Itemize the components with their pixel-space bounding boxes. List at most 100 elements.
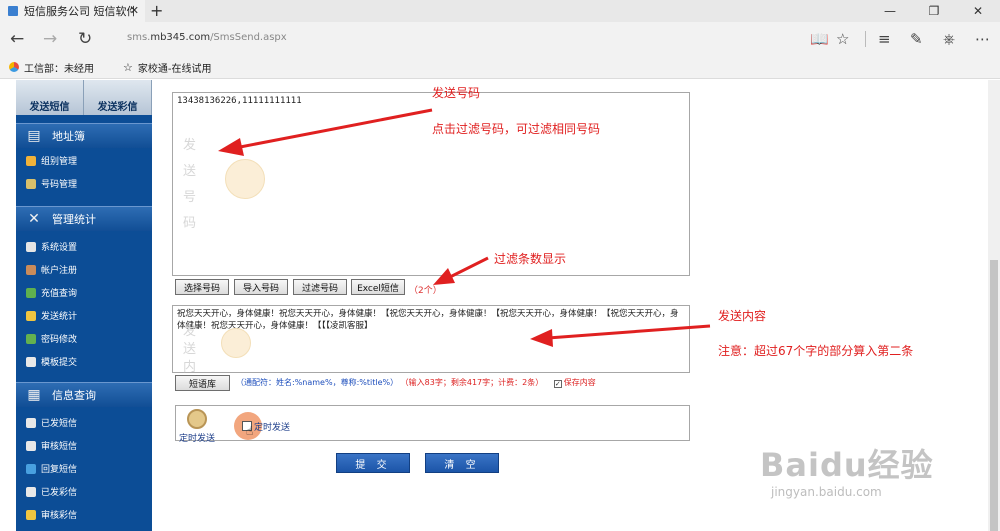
sidebar-item-review-sms[interactable]: 审核短信 [16, 434, 152, 457]
baidu-watermark: Baidu经验 jingyan.baidu.com [760, 440, 934, 499]
phrase-library-button[interactable]: 短语库 [175, 375, 230, 391]
refresh-icon[interactable]: ↻ [78, 29, 92, 49]
sidebar-item-label: 发送统计 [41, 312, 78, 322]
annotation-filter-hint: 点击过滤号码，可过滤相同号码 [432, 122, 601, 136]
sidebar-item-label: 审核彩信 [41, 511, 78, 521]
sidebar-item-label: 充值查询 [41, 289, 78, 299]
contacts-icon [26, 178, 36, 189]
annotation-send-numbers: 发送号码 [432, 86, 481, 100]
phone-numbers-textarea[interactable]: 13438136226,11111111111 发送号码 [172, 92, 690, 276]
scheduled-send-label: 定时发送 [254, 423, 291, 433]
web-note-icon[interactable]: ✎ [910, 30, 923, 48]
sidebar-item-label: 帐户注册 [41, 266, 78, 276]
tab-title: 短信服务公司 短信软件 [24, 5, 134, 18]
baidu-url: jingyan.baidu.com [771, 485, 882, 499]
sidebar-item-sent-sms[interactable]: 已发短信 [16, 411, 152, 434]
forward-icon[interactable]: → [43, 29, 57, 49]
sidebar-item-password[interactable]: 密码修改 [16, 327, 152, 350]
section-query[interactable]: ▦ 信息查询 [16, 382, 152, 407]
review-icon [26, 440, 36, 451]
hand-cursor-icon: ☝ [246, 424, 254, 438]
folder-icon [26, 155, 36, 166]
clear-button[interactable]: 清 空 [425, 453, 499, 473]
sidebar-item-group-manage[interactable]: 组别管理 [16, 149, 152, 172]
section-address-book[interactable]: ▤ 地址簿 [16, 123, 152, 148]
message-content-value: 祝您天天开心，身体健康！祝您天天开心，身体健康！【祝您天天开心，身体健康！【祝您… [177, 309, 679, 331]
address-book-icon: ▤ [27, 128, 41, 144]
new-tab-icon[interactable]: + [150, 1, 163, 20]
sidebar-item-sent-mms[interactable]: 已发彩信 [16, 480, 152, 503]
send-mms-button[interactable]: 发送彩信 [84, 80, 152, 115]
scrollbar-thumb[interactable] [990, 260, 998, 531]
numbers-watermark: 发送号码 [183, 138, 197, 231]
excel-sms-button[interactable]: Excel短信 [351, 279, 405, 295]
maximize-icon[interactable]: ❐ [912, 0, 956, 22]
share-icon[interactable]: ⎈ [943, 30, 955, 48]
url-domain: mb345.com [150, 32, 211, 43]
submit-button[interactable]: 提 交 [336, 453, 410, 473]
sidebar-item-reply-sms[interactable]: 回复短信 [16, 457, 152, 480]
sidebar-item-label: 审核短信 [41, 442, 78, 452]
tab-close-icon[interactable]: ✕ [130, 4, 139, 17]
section-management[interactable]: ✕ 管理统计 [16, 206, 152, 231]
pencil-icon [26, 310, 36, 321]
hub-icon[interactable]: ≡ [878, 30, 891, 48]
save-content-label: 保存内容 [563, 378, 596, 387]
minimize-icon[interactable]: — [868, 0, 912, 22]
browser-tab-bar: 短信服务公司 短信软件 ✕ + — ❐ ✕ [0, 0, 1000, 22]
baidu-logo: Baidu经验 [760, 446, 934, 484]
save-content-checkbox[interactable]: ✓ [553, 380, 562, 388]
favorites-bar: 工信部：未经用 ☆ 家校通-在线试用 [0, 56, 1000, 79]
url-prefix: sms. [127, 32, 151, 43]
url-path: /SmsSend.aspx [210, 32, 287, 43]
envelope-watermark-icon [221, 328, 251, 358]
message-content-textarea[interactable]: 祝您天天开心，身体健康！祝您天天开心，身体健康！【祝您天天开心，身体健康！【祝您… [172, 305, 690, 393]
site-logo-icon [9, 62, 19, 72]
sidebar-item-label: 已发彩信 [41, 488, 78, 498]
sidebar-item-recharge[interactable]: 充值查询 [16, 281, 152, 304]
sidebar-item-label: 已发短信 [41, 419, 78, 429]
scrollbar[interactable] [988, 80, 1000, 531]
send-sms-button[interactable]: 发送短信 [16, 80, 84, 115]
star-icon: ☆ [123, 60, 133, 74]
address-bar: ← → ↻ sms.mb345.com/SmsSend.aspx 📖 ☆ ≡ ✎… [0, 22, 1000, 56]
close-window-icon[interactable]: ✕ [956, 0, 1000, 22]
reading-view-icon[interactable]: 📖 [810, 30, 829, 48]
sidebar-item-template[interactable]: 模板提交 [16, 350, 152, 373]
import-numbers-button[interactable]: 导入号码 [234, 279, 288, 295]
favorite-item-2[interactable]: ☆ 家校通-在线试用 [123, 60, 211, 75]
annotation-send-content: 发送内容 [718, 309, 767, 323]
sidebar-item-statistics[interactable]: 发送统计 [16, 304, 152, 327]
sidebar-item-number-manage[interactable]: 号码管理 [16, 172, 152, 195]
back-icon[interactable]: ← [10, 29, 24, 49]
sidebar-item-register[interactable]: 帐户注册 [16, 258, 152, 281]
annotation-count-display: 过滤条数显示 [494, 252, 567, 266]
chat-icon [26, 509, 36, 520]
sidebar-item-settings[interactable]: 系统设置 [16, 235, 152, 258]
filter-numbers-button[interactable]: 过滤号码 [293, 279, 347, 295]
sidebar-item-label: 模板提交 [41, 358, 78, 368]
annotation-note: 注意：超过67个字的部分算入第二条 [718, 344, 914, 358]
picture-icon [26, 486, 36, 497]
favorite-star-icon[interactable]: ☆ [836, 30, 849, 48]
browser-tab[interactable]: 短信服务公司 短信软件 ✕ [0, 0, 145, 22]
document-icon [26, 356, 36, 367]
select-numbers-button[interactable]: 选择号码 [175, 279, 229, 295]
favorite-label: 家校通-在线试用 [137, 63, 212, 75]
url-field[interactable]: sms.mb345.com/SmsSend.aspx [127, 32, 287, 43]
book-icon: ▦ [27, 387, 41, 403]
settings-icon [26, 241, 36, 252]
sidebar-item-label: 号码管理 [41, 180, 78, 190]
user-icon [26, 264, 36, 275]
more-icon[interactable]: ⋯ [975, 30, 990, 48]
phone-numbers-value: 13438136226,11111111111 [177, 96, 302, 106]
sidebar-item-review-mms[interactable]: 审核彩信 [16, 503, 152, 526]
checkmark-icon [26, 333, 36, 344]
scheduled-send-panel: 定时发送 定时发送 ☝ [175, 405, 690, 444]
clock-icon [187, 409, 207, 429]
sidebar-top-buttons: 发送短信 发送彩信 [16, 80, 152, 115]
sidebar-item-label: 组别管理 [41, 157, 78, 167]
message-icon [26, 417, 36, 428]
favorite-item-1[interactable]: 工信部：未经用 [9, 60, 94, 75]
filtered-count: （2个） [409, 286, 442, 296]
